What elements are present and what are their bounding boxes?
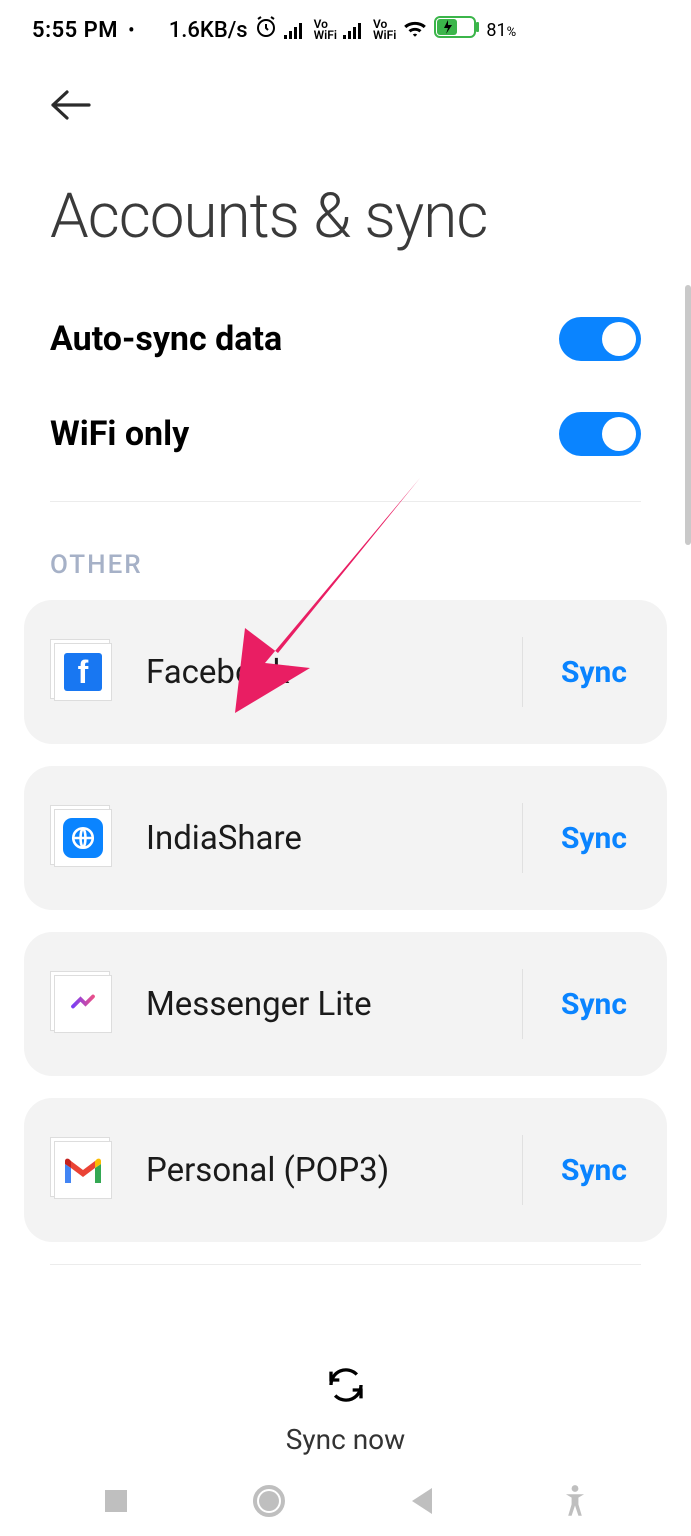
- wifi-icon: [402, 17, 428, 43]
- page-title: Accounts & sync: [50, 180, 641, 253]
- account-row-facebook[interactable]: f Facebook Sync: [24, 600, 667, 744]
- alarm-icon: [254, 15, 278, 45]
- signal-bars-1-icon: [284, 21, 308, 39]
- nav-accessibility-button[interactable]: [553, 1479, 597, 1523]
- wifi-only-toggle[interactable]: [559, 412, 641, 456]
- arrow-left-icon: [49, 88, 93, 122]
- account-row-indiashare[interactable]: IndiaShare Sync: [24, 766, 667, 910]
- status-network-speed: 1.6KB/s: [169, 18, 248, 43]
- section-header-other: OTHER: [0, 502, 691, 600]
- account-label: IndiaShare: [146, 819, 494, 858]
- nav-back-button[interactable]: [400, 1479, 444, 1523]
- sync-now-label: Sync now: [286, 1423, 405, 1456]
- facebook-icon: f: [54, 643, 112, 701]
- nav-bar: [0, 1466, 691, 1536]
- account-row-messenger-lite[interactable]: Messenger Lite Sync: [24, 932, 667, 1076]
- sync-button[interactable]: Sync: [551, 655, 637, 690]
- scroll-indicator: [685, 285, 691, 545]
- triangle-left-icon: [408, 1486, 436, 1516]
- wifi-only-label: WiFi only: [50, 414, 189, 454]
- circle-icon: [251, 1483, 287, 1519]
- vowifi-2-label: Vo WiFi: [373, 19, 396, 41]
- battery-icon: [434, 16, 480, 44]
- messenger-lite-icon: [54, 975, 112, 1033]
- nav-home-button[interactable]: [247, 1479, 291, 1523]
- auto-sync-label: Auto-sync data: [50, 319, 282, 359]
- auto-sync-toggle[interactable]: [559, 317, 641, 361]
- battery-percent: 81%: [486, 20, 516, 41]
- square-icon: [103, 1488, 129, 1514]
- sync-button[interactable]: Sync: [551, 987, 637, 1022]
- back-button[interactable]: [46, 80, 96, 130]
- wifi-only-row[interactable]: WiFi only: [50, 386, 641, 481]
- sync-button[interactable]: Sync: [551, 821, 637, 856]
- accessibility-icon: [561, 1484, 589, 1518]
- account-label: Messenger Lite: [146, 985, 494, 1024]
- sync-button[interactable]: Sync: [551, 1153, 637, 1188]
- vowifi-1-label: Vo WiFi: [314, 19, 337, 41]
- indiashare-icon: [54, 809, 112, 867]
- account-row-personal-pop3[interactable]: Personal (POP3) Sync: [24, 1098, 667, 1242]
- sync-icon: [326, 1365, 366, 1409]
- gmail-icon: [54, 1141, 112, 1199]
- status-time: 5:55 PM: [32, 18, 118, 43]
- status-dot: •: [128, 18, 135, 42]
- nav-recents-button[interactable]: [94, 1479, 138, 1523]
- sync-now-button[interactable]: Sync now: [0, 1365, 691, 1456]
- divider: [50, 1264, 641, 1265]
- account-label: Personal (POP3): [146, 1151, 494, 1190]
- status-bar: 5:55 PM • 1.6KB/s Vo WiFi Vo WiFi 81%: [0, 0, 691, 60]
- account-label: Facebook: [146, 653, 494, 692]
- auto-sync-row[interactable]: Auto-sync data: [50, 291, 641, 386]
- signal-bars-2-icon: [343, 21, 367, 39]
